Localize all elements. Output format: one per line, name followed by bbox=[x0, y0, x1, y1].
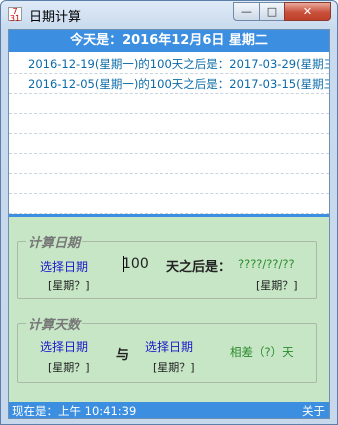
results-list[interactable]: 2016-12-19(星期一)的100天之后是：2017-03-29(星期三) … bbox=[9, 52, 329, 214]
and-label: 与 bbox=[116, 348, 130, 363]
window-title: 日期计算 bbox=[29, 10, 82, 25]
empty-result-row bbox=[9, 114, 329, 134]
status-bar: 现在是：上午 10:41:39 关于 bbox=[9, 402, 329, 418]
minimize-button[interactable]: — bbox=[233, 2, 260, 21]
maximize-button[interactable]: □ bbox=[259, 2, 285, 21]
select-date-link-2[interactable]: 选择日期 bbox=[145, 338, 193, 355]
result-weekday: [星期？] bbox=[256, 279, 298, 292]
calc-date-group: 计算日期 选择日期 [星期？] 100 天之后是： ????/??/?? [星期… bbox=[17, 232, 317, 299]
calc-date-legend: 计算日期 bbox=[26, 232, 83, 251]
after-days-label: 天之后是： bbox=[166, 260, 232, 275]
app-window: 7 31 日期计算 — □ ✕ 今天是：2016年12月6日 星期二 2016-1… bbox=[0, 0, 338, 425]
today-header: 今天是：2016年12月6日 星期二 bbox=[9, 30, 329, 52]
title-bar[interactable]: 7 31 日期计算 — □ ✕ bbox=[1, 1, 337, 29]
weekday-label-1: [星期？] bbox=[48, 361, 90, 374]
select-date-link[interactable]: 选择日期 bbox=[40, 258, 88, 275]
current-time: 现在是：上午 10:41:39 bbox=[12, 404, 137, 418]
empty-result-row bbox=[9, 134, 329, 154]
empty-result-row bbox=[9, 194, 329, 214]
calculator-panel: 计算日期 选择日期 [星期？] 100 天之后是： ????/??/?? [星期… bbox=[9, 217, 329, 402]
empty-result-row bbox=[9, 94, 329, 114]
close-button[interactable]: ✕ bbox=[284, 2, 331, 21]
weekday-label-2: [星期？] bbox=[153, 361, 195, 374]
calc-days-group: 计算天数 选择日期 [星期？] 与 选择日期 [星期？] 相差（?）天 bbox=[17, 314, 317, 383]
select-date-link-1[interactable]: 选择日期 bbox=[40, 338, 88, 355]
empty-result-row bbox=[9, 174, 329, 194]
empty-result-row bbox=[9, 154, 329, 174]
client-area: 今天是：2016年12月6日 星期二 2016-12-19(星期一)的100天之… bbox=[8, 29, 330, 419]
result-date: ????/??/?? bbox=[238, 257, 295, 271]
days-difference: 相差（?）天 bbox=[230, 345, 294, 359]
result-item[interactable]: 2016-12-05(星期一)的100天之后是：2017-03-15(星期三) bbox=[9, 74, 329, 94]
result-item[interactable]: 2016-12-19(星期一)的100天之后是：2017-03-29(星期三) bbox=[9, 54, 329, 74]
days-input[interactable]: 100 bbox=[122, 255, 162, 273]
calendar-app-icon: 7 31 bbox=[8, 7, 22, 23]
calc-days-legend: 计算天数 bbox=[26, 314, 83, 333]
about-link[interactable]: 关于 bbox=[302, 402, 325, 418]
weekday-label: [星期？] bbox=[48, 279, 90, 292]
